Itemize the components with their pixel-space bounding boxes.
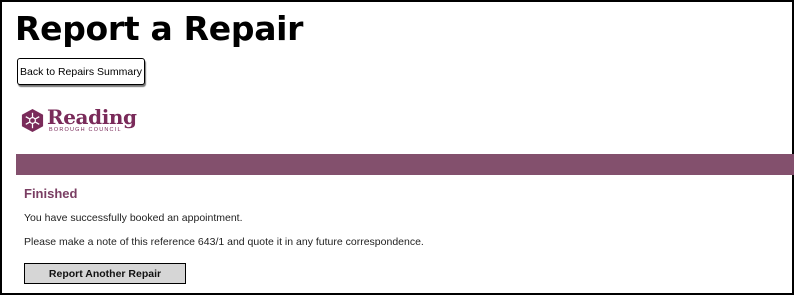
reading-borough-council-logo: Reading BOROUGH COUNCIL bbox=[20, 105, 138, 138]
logo-wordmark: Reading bbox=[47, 105, 137, 129]
logo-subtitle: BOROUGH COUNCIL bbox=[49, 127, 122, 133]
page-title: Report a Repair bbox=[15, 9, 304, 48]
reading-emblem-icon bbox=[21, 108, 44, 133]
back-to-repairs-summary-button[interactable]: Back to Repairs Summary bbox=[17, 58, 145, 85]
success-message: You have successfully booked an appointm… bbox=[24, 212, 243, 224]
reference-note: Please make a note of this reference 643… bbox=[24, 236, 424, 248]
status-heading: Finished bbox=[24, 186, 78, 201]
header-band bbox=[16, 154, 794, 175]
screenshot-frame: Report a Repair Back to Repairs Summary … bbox=[0, 0, 794, 295]
report-another-repair-button[interactable]: Report Another Repair bbox=[24, 263, 186, 284]
